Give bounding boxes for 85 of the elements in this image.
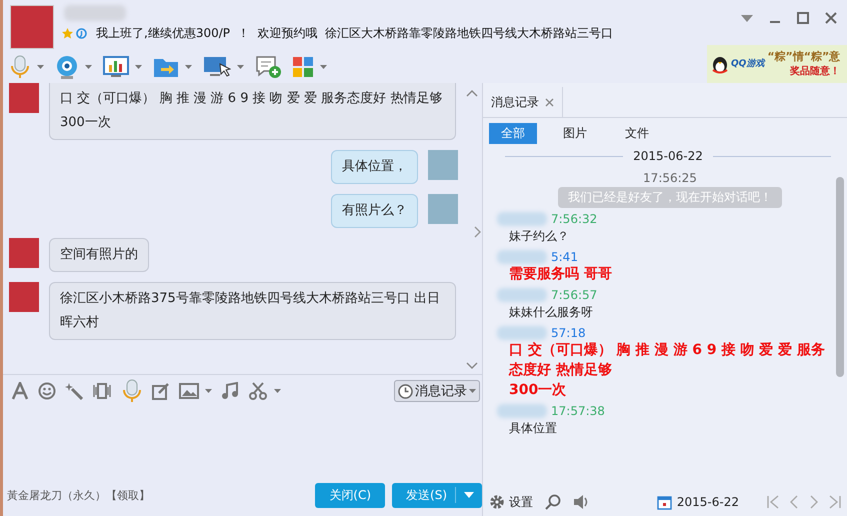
message-text: 有照片么？ (342, 202, 407, 220)
app-grid-icon[interactable] (292, 56, 314, 78)
scrollbar-thumb[interactable] (836, 177, 844, 377)
smiley-icon[interactable] (38, 382, 56, 400)
scissors-icon[interactable] (248, 382, 268, 400)
photo-placeholder (428, 150, 458, 180)
filter-tab[interactable]: 图片 (551, 123, 599, 144)
message-time: 57:18 (551, 326, 586, 340)
previous-icon[interactable] (789, 495, 799, 509)
message-time: 7:56:32 (551, 212, 598, 226)
caret-icon[interactable] (274, 389, 281, 393)
close-icon[interactable] (545, 98, 554, 106)
message-text: 300一次 (60, 114, 112, 132)
caret-icon (469, 389, 476, 393)
image-icon[interactable] (179, 382, 199, 400)
speaker-icon[interactable] (573, 494, 589, 510)
message-text: 口 交（可口爆） 胸 推 漫 游 6 9 接 吻 爱 爱 服务态度好 热情足够 (60, 90, 444, 108)
message-text: 妹妹什么服务呀 (509, 304, 594, 321)
close-icon[interactable] (825, 12, 837, 24)
photo-placeholder (9, 83, 39, 113)
swirl-icon (76, 28, 87, 39)
photo-placeholder (428, 194, 458, 224)
shake-window-icon[interactable] (92, 382, 112, 400)
calendar-icon (656, 494, 672, 510)
settings-icon (489, 494, 505, 510)
date-picker[interactable]: 2015-6-22 (656, 494, 739, 510)
microphone-icon[interactable] (9, 54, 31, 78)
caret-icon[interactable] (237, 64, 244, 68)
message-text: 妹子约么？ (509, 228, 570, 245)
webcam-icon[interactable] (55, 54, 79, 78)
caret-icon[interactable] (135, 64, 142, 68)
message-text: 徐汇区小木桥路375号靠零陵路地铁四号线大木桥路站三号口 出日晖六村 (60, 290, 441, 332)
blurred-name (497, 326, 547, 340)
ad-logo-text: QQ游戏 (731, 57, 764, 70)
message-time: 7:56:57 (551, 288, 598, 302)
next-icon[interactable] (809, 495, 819, 509)
magic-wand-icon[interactable] (65, 382, 83, 400)
blurred-name (497, 250, 547, 264)
font-icon[interactable] (11, 382, 29, 400)
caret-icon[interactable] (185, 64, 192, 68)
photo-placeholder (10, 5, 54, 49)
message-text: 具体位置 (509, 420, 558, 437)
message-time: 17:57:38 (551, 404, 605, 418)
dropdown-icon[interactable] (741, 14, 753, 22)
caret-icon[interactable] (85, 64, 92, 68)
history-button[interactable]: 消息记录 (394, 380, 480, 402)
blurred-name (497, 404, 547, 418)
filter-tab[interactable]: 全部 (489, 123, 537, 144)
maximize-icon[interactable] (797, 12, 809, 24)
message-time: 5:41 (551, 250, 578, 264)
last-page-icon[interactable] (829, 495, 841, 509)
promo-link[interactable]: 黃金屠龙刀（永久）【领取】 (7, 488, 150, 502)
message-text: 口 交（可口爆） 胸 推 漫 游 6 9 接 吻 爱 爱 服务态度好 热情足够 300一次 (509, 340, 826, 400)
caret-icon[interactable] (37, 64, 44, 68)
blurred-name (497, 212, 547, 226)
blurred-name (64, 5, 126, 21)
history-tab[interactable]: 消息记录 (483, 87, 563, 117)
ad-subtitle: 奖品随意！ (790, 64, 840, 78)
message-text: 具体位置， (342, 158, 407, 176)
bar-chart-screen-icon[interactable] (103, 56, 129, 78)
caret-icon (464, 492, 474, 498)
caret-icon[interactable] (205, 389, 212, 393)
signature-text: 我上班了,继续优惠300/P ！ 欢迎预约哦 徐汇区大木桥路靠零陵路地铁四号线大木桥路站三号口 (96, 25, 613, 42)
music-note-icon[interactable] (221, 382, 239, 400)
star-icon (62, 28, 73, 39)
caret-icon[interactable] (320, 64, 327, 68)
microphone-icon[interactable] (121, 379, 143, 403)
edit-icon[interactable] (152, 382, 170, 400)
message-add-icon[interactable] (255, 54, 281, 78)
screen-share-icon[interactable] (203, 56, 231, 78)
photo-placeholder (9, 282, 39, 312)
scroll-up-icon[interactable] (466, 89, 478, 97)
message-text: 空间有照片的 (60, 246, 138, 264)
scroll-down-icon[interactable] (466, 362, 478, 370)
timestamp: 17:56:25 (642, 171, 698, 185)
blurred-name (497, 288, 547, 302)
filter-tab[interactable]: 文件 (613, 123, 661, 144)
photo-placeholder (9, 238, 39, 268)
ad-title: “粽”情“粽”意 (767, 49, 840, 64)
settings-button[interactable]: 设置 (489, 494, 533, 510)
clock-icon (398, 384, 413, 398)
search-icon[interactable] (545, 494, 561, 510)
message-text: 需要服务吗 哥哥 (509, 265, 613, 284)
first-page-icon[interactable] (767, 495, 779, 509)
date-label: 2015-06-22 (633, 149, 703, 163)
